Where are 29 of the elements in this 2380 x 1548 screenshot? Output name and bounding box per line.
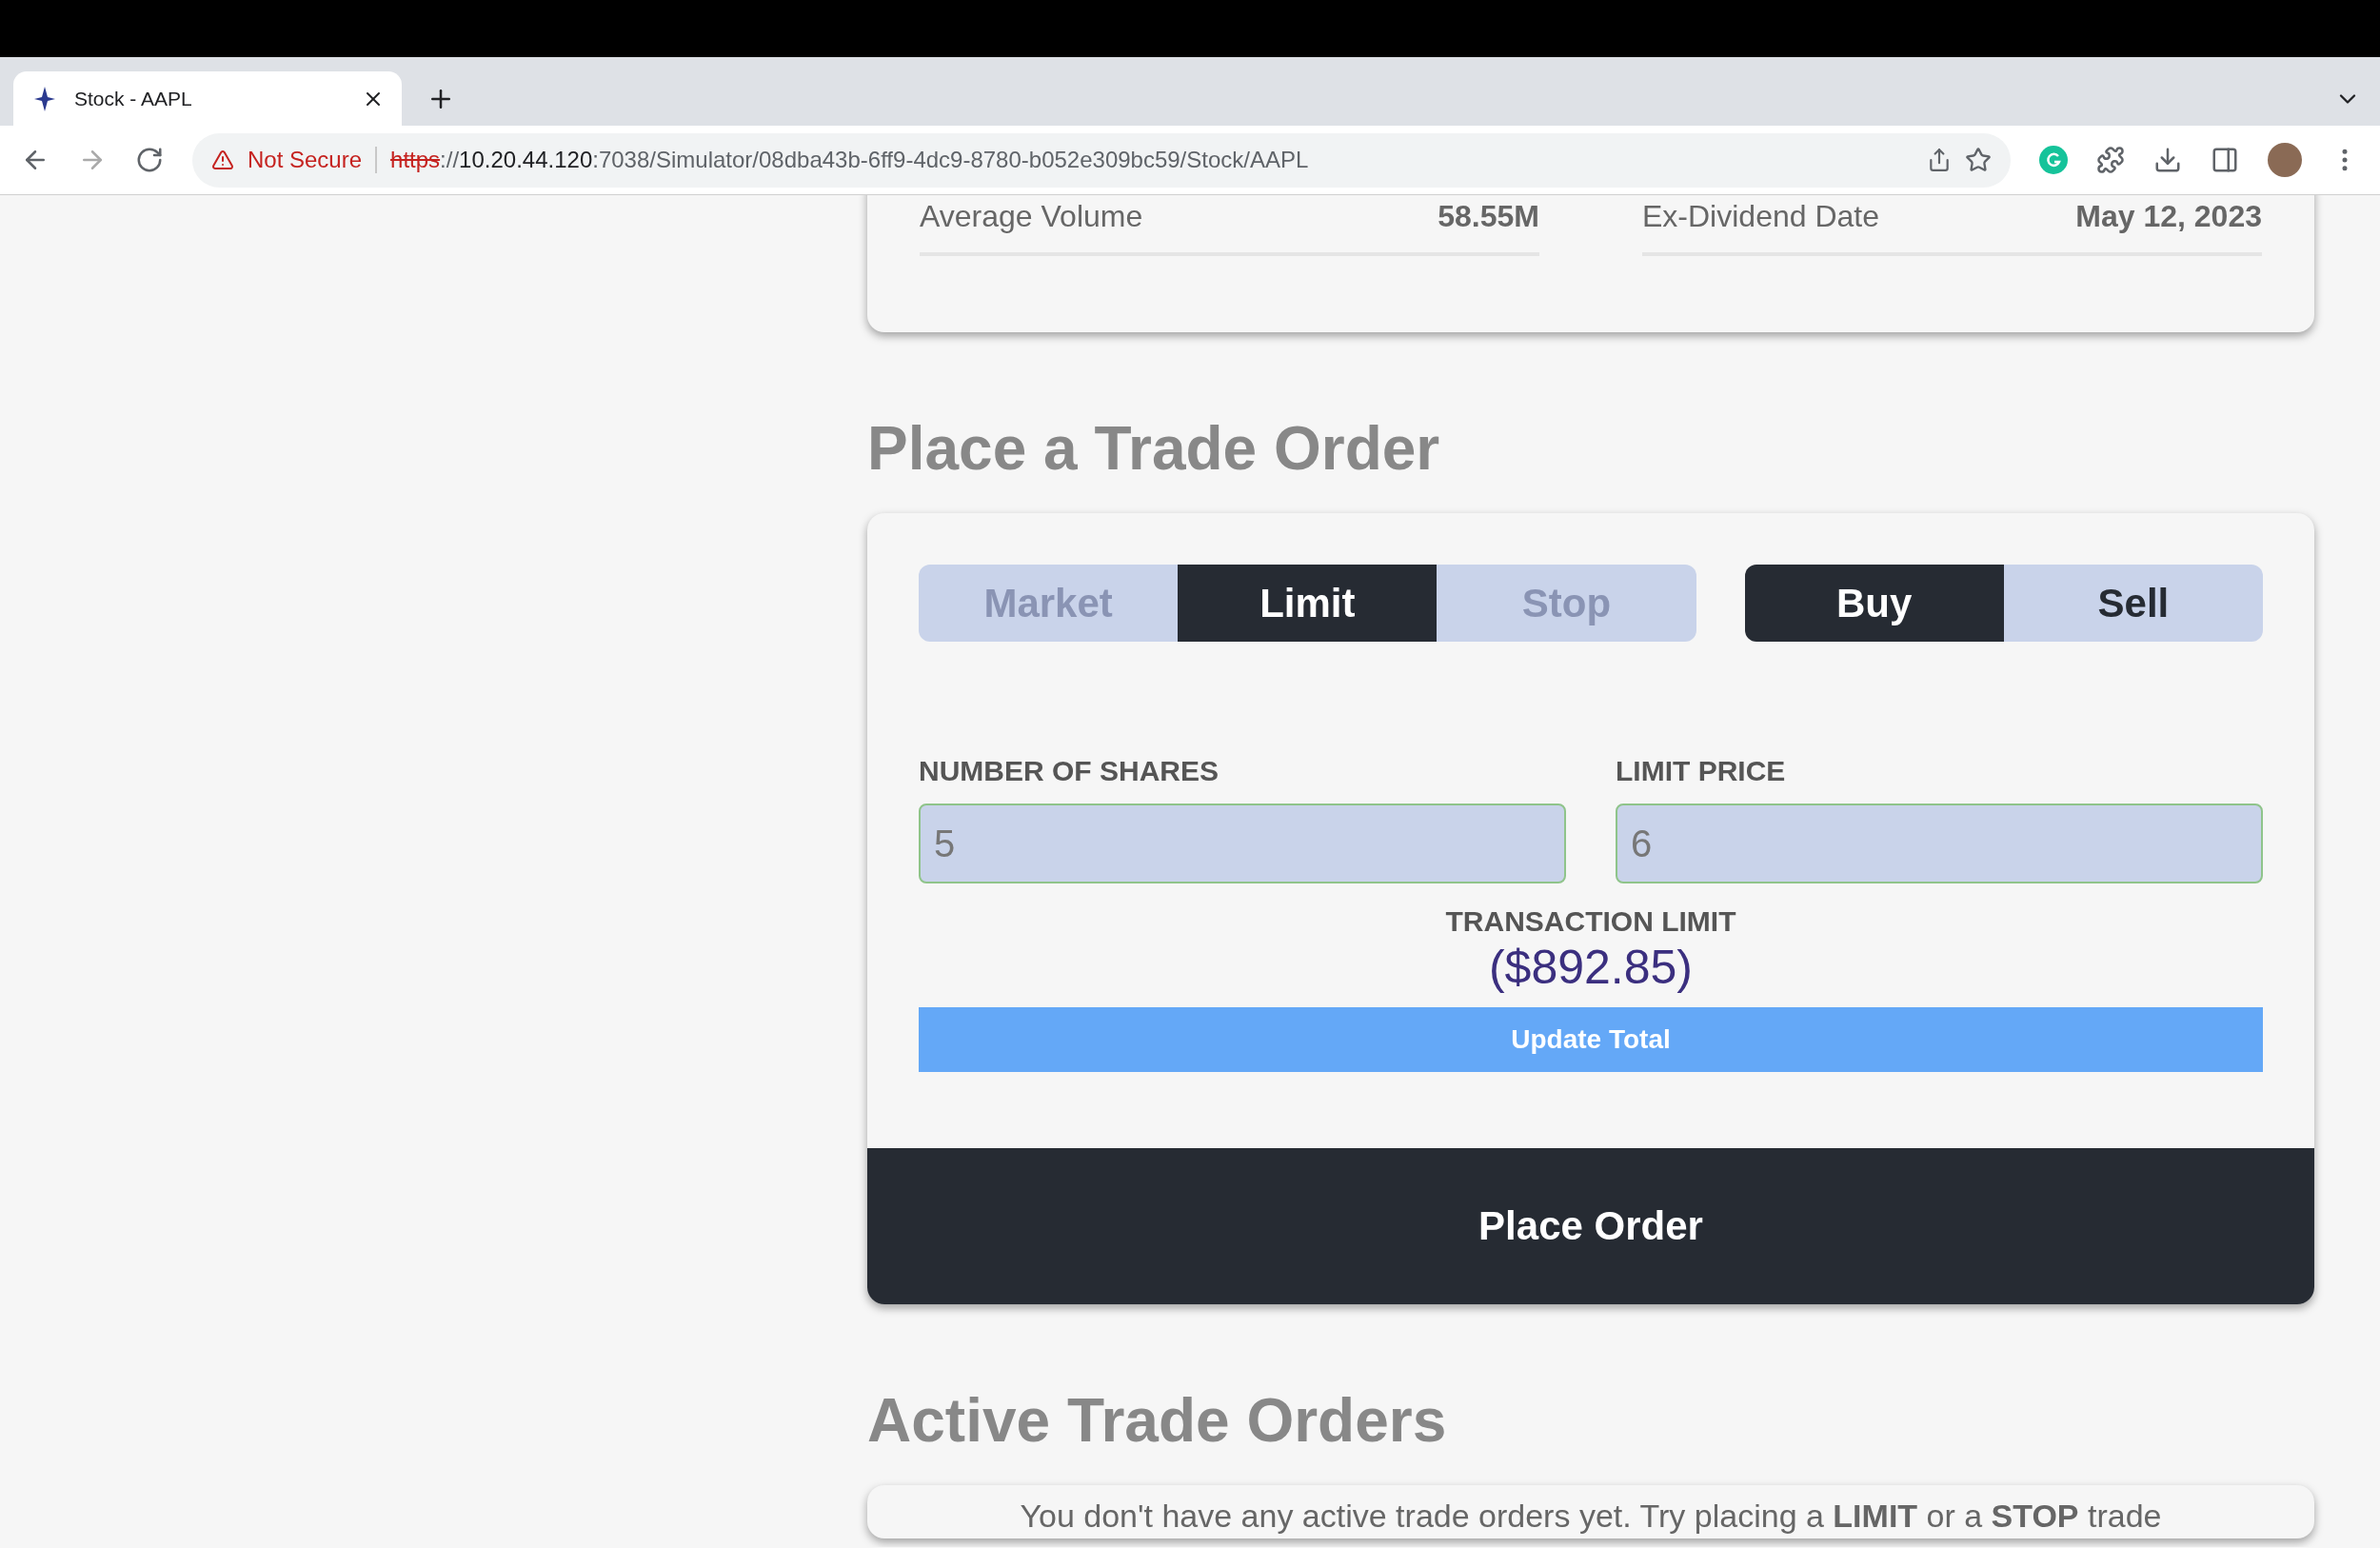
section-heading: Active Trade Orders (867, 1385, 1447, 1457)
stat-label: Ex-Dividend Date (1642, 198, 1879, 235)
security-label: Not Secure (248, 147, 363, 173)
browser-tab[interactable]: Stock - AAPL (13, 71, 402, 126)
side-tab[interactable]: Sell (2003, 565, 2263, 642)
star-icon[interactable] (1965, 147, 1992, 173)
warning-icon (211, 149, 234, 171)
stat-value: May 12, 2023 (2075, 198, 2262, 235)
url-text: https://10.20.44.120:7038/Simulator/08dba43b-6ff9-4dc9-8780-b052e309bc59/Stock/AAPL (390, 147, 1310, 173)
order-type-tab[interactable]: Limit (1178, 565, 1438, 642)
puzzle-icon[interactable] (2096, 146, 2125, 174)
download-icon[interactable] (2153, 146, 2182, 174)
star-logo-icon (34, 86, 55, 111)
stat-label: Average Volume (920, 198, 1143, 235)
stat-value: 58.55M (1438, 198, 1539, 235)
address-bar[interactable]: Not Secure https://10.20.44.120:7038/Simulator/08dba43b-6ff9-4dc9-8780-b052e309bc59/Stock/AAPL (192, 132, 2011, 188)
section-heading: Place a Trade Order (867, 413, 1440, 485)
field-label: NUMBER OF SHARES (919, 754, 1219, 788)
transaction-limit-label: TRANSACTION LIMIT (1445, 904, 1736, 939)
share-icon[interactable] (1927, 148, 1952, 172)
empty-message: You don't have any active trade orders yet. Try placing a LIMIT or a STOP trade (1019, 1497, 2163, 1536)
tab-title: Stock - AAPL (74, 87, 193, 110)
side-panel-icon[interactable] (2211, 146, 2239, 174)
side-tab[interactable]: Buy (1744, 565, 2004, 642)
reload-icon[interactable] (135, 146, 164, 174)
avatar[interactable] (2268, 143, 2302, 177)
transaction-limit-value: ($892.85) (1488, 940, 1693, 996)
field-label: LIMIT PRICE (1616, 754, 1786, 788)
place-order-button[interactable]: Place Order (867, 1148, 2314, 1304)
